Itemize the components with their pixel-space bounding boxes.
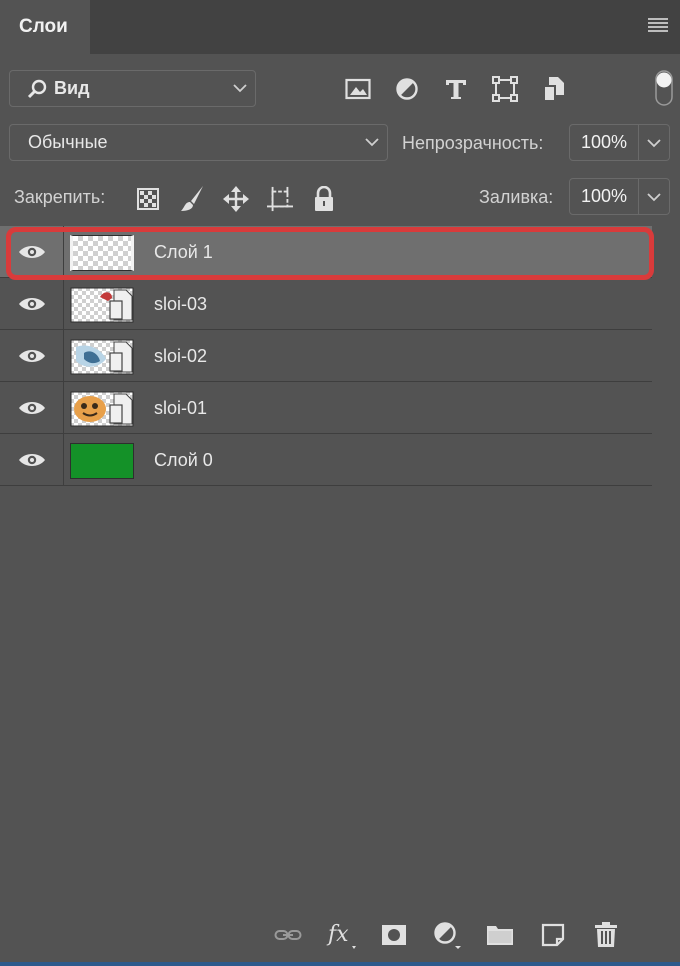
lock-artboard-icon[interactable] bbox=[267, 184, 293, 214]
lock-position-icon[interactable] bbox=[223, 184, 249, 214]
panel-menu-icon[interactable] bbox=[648, 18, 668, 32]
layer-thumbnail[interactable] bbox=[70, 287, 134, 323]
layer-thumbnail[interactable] bbox=[70, 443, 134, 479]
layer-name[interactable]: sloi-01 bbox=[154, 382, 207, 434]
eye-icon bbox=[18, 298, 45, 310]
layer-row[interactable]: sloi-02 bbox=[0, 330, 652, 382]
smart-object-filter-icon[interactable] bbox=[538, 73, 570, 105]
visibility-toggle[interactable] bbox=[0, 434, 64, 486]
layer-mask-icon[interactable] bbox=[378, 918, 410, 952]
filter-type-icons bbox=[342, 72, 570, 106]
visibility-toggle[interactable] bbox=[0, 226, 64, 278]
panel-footer: fx bbox=[0, 910, 680, 962]
eye-icon bbox=[18, 350, 45, 362]
group-folder-icon[interactable] bbox=[484, 918, 516, 952]
lock-image-pixels-icon[interactable] bbox=[179, 184, 205, 214]
fill-input[interactable]: 100% bbox=[569, 178, 639, 215]
layer-thumbnail[interactable] bbox=[70, 339, 134, 375]
lock-transparent-pixels-icon[interactable] bbox=[135, 184, 161, 214]
layer-thumbnail[interactable] bbox=[70, 235, 134, 271]
layer-row[interactable]: Слой 1 bbox=[0, 226, 652, 278]
visibility-toggle[interactable] bbox=[0, 330, 64, 382]
blend-mode-select[interactable]: Обычные bbox=[9, 124, 388, 161]
lock-label: Закрепить: bbox=[14, 187, 106, 207]
chevron-down-icon bbox=[233, 84, 247, 93]
layer-name[interactable]: Слой 1 bbox=[154, 226, 213, 278]
eye-icon bbox=[18, 246, 45, 258]
layer-row[interactable]: Слой 0 bbox=[0, 434, 652, 486]
svg-text:fx: fx bbox=[326, 922, 349, 947]
taskbar-edge bbox=[0, 962, 680, 966]
adjustment-filter-icon[interactable] bbox=[391, 73, 423, 105]
visibility-toggle[interactable] bbox=[0, 278, 64, 330]
filter-kind-select[interactable]: Вид bbox=[9, 70, 256, 107]
link-layers-icon[interactable] bbox=[272, 918, 304, 952]
opacity-label: Непрозрачность: bbox=[402, 133, 544, 153]
chevron-down-icon bbox=[647, 193, 661, 202]
fill-slider-toggle[interactable] bbox=[639, 178, 670, 215]
layer-row[interactable]: sloi-01 bbox=[0, 382, 652, 434]
layer-name[interactable]: sloi-02 bbox=[154, 330, 207, 382]
image-filter-icon[interactable] bbox=[342, 73, 374, 105]
visibility-toggle[interactable] bbox=[0, 382, 64, 434]
trash-icon[interactable] bbox=[590, 918, 622, 952]
eye-icon bbox=[18, 454, 45, 466]
fill-label: Заливка: bbox=[479, 187, 554, 207]
layers-list: Слой 1 sloi-03 sloi-02 sloi-01 Слой 0 bbox=[0, 226, 652, 486]
layer-thumbnail[interactable] bbox=[70, 391, 134, 427]
eye-icon bbox=[18, 402, 45, 414]
layer-row[interactable]: sloi-03 bbox=[0, 278, 652, 330]
chevron-down-icon bbox=[365, 138, 379, 147]
filter-toggle-switch[interactable] bbox=[655, 70, 673, 106]
type-filter-icon[interactable] bbox=[440, 73, 472, 105]
lock-all-icon[interactable] bbox=[311, 184, 337, 214]
chevron-down-icon bbox=[647, 139, 661, 148]
layer-name[interactable]: Слой 0 bbox=[154, 434, 213, 486]
tab-layers[interactable]: Слои bbox=[0, 0, 90, 54]
new-layer-icon[interactable] bbox=[537, 918, 569, 952]
blend-mode-value: Обычные bbox=[28, 132, 108, 152]
opacity-input[interactable]: 100% bbox=[569, 124, 639, 161]
lock-icons bbox=[135, 182, 355, 216]
opacity-slider-toggle[interactable] bbox=[639, 124, 670, 161]
panel-tab-bar: Слои bbox=[0, 0, 680, 54]
shape-filter-icon[interactable] bbox=[489, 73, 521, 105]
adjustment-layer-icon[interactable] bbox=[431, 918, 463, 952]
search-icon bbox=[27, 79, 47, 98]
layer-name[interactable]: sloi-03 bbox=[154, 278, 207, 330]
filter-kind-label: Вид bbox=[54, 78, 90, 98]
fx-icon[interactable]: fx bbox=[325, 918, 357, 952]
